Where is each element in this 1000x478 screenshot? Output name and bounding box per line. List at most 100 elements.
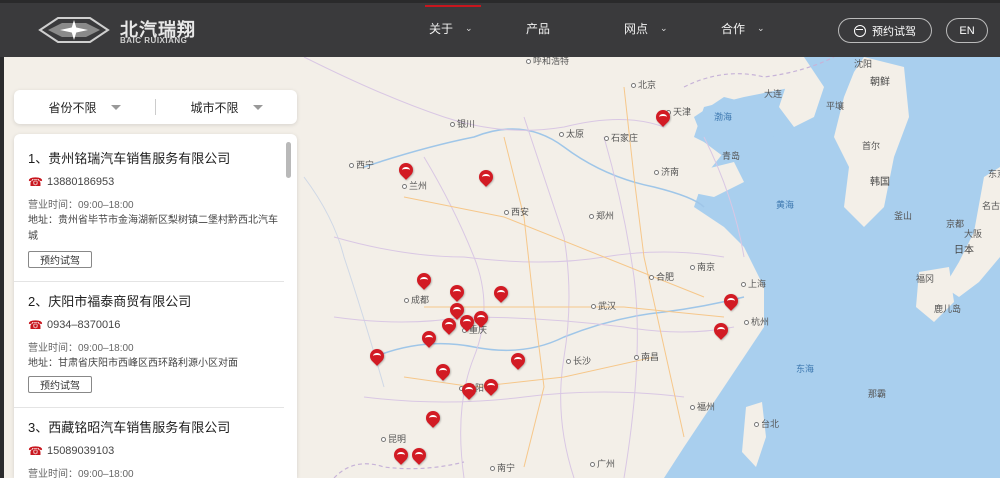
nav-item-dealers[interactable]: 网点 ⌄: [624, 0, 668, 57]
city-label: 平壤: [826, 101, 845, 111]
dealer-map-pin[interactable]: [459, 380, 479, 401]
city-label: 济南: [654, 165, 679, 178]
city-label: 釜山: [894, 211, 913, 221]
dealer-map-pin[interactable]: [711, 320, 731, 341]
city-label: 合肥: [649, 270, 674, 283]
dealer-map-pin[interactable]: [471, 308, 491, 329]
book-test-drive-label: 预约试驾: [872, 25, 916, 38]
city-label: 武汉: [591, 299, 616, 312]
province-select-value: 省份不限: [48, 100, 97, 115]
city-label: 台北: [754, 417, 779, 430]
dealer-phone[interactable]: ☎ 13880186953: [28, 175, 114, 189]
dealer-list-panel[interactable]: 1、贵州铭瑞汽车销售服务有限公司 ☎ 13880186953 营业时间：09:0…: [14, 134, 297, 478]
city-select-value: 城市不限: [190, 100, 239, 115]
city-label: 昆明: [381, 432, 406, 445]
city-label: 上海: [741, 277, 766, 290]
city-label: 广州: [590, 457, 615, 470]
sea-label: 东海: [796, 364, 815, 374]
book-test-drive-button[interactable]: 预约试驾: [838, 18, 932, 43]
nav-label: 产品: [526, 22, 551, 36]
region-filter-bar: 省份不限 城市不限: [14, 90, 297, 124]
dealer-map-pin[interactable]: [721, 291, 741, 312]
brand-emblem-icon: [38, 17, 110, 43]
nav-item-cooperation[interactable]: 合作 ⌄: [721, 0, 765, 57]
dealer-address: 地址：甘肃省庆阳市西峰区西环路利源小区对面: [28, 356, 283, 372]
city-label: 首尔: [862, 141, 881, 151]
nav-item-products[interactable]: 产品: [526, 0, 550, 57]
list-divider: [14, 407, 284, 408]
phone-icon: ☎: [28, 318, 43, 332]
dealer-map-pin[interactable]: [447, 282, 467, 303]
city-label: 福冈: [916, 274, 935, 284]
caret-down-icon: [252, 104, 263, 110]
dealer-phone-number: 13880186953: [46, 176, 115, 188]
chevron-down-icon: ⌄: [660, 23, 668, 33]
book-test-drive-button[interactable]: 预约试驾: [28, 251, 92, 268]
city-label: 呼和浩特: [526, 57, 569, 67]
city-label: 大阪: [964, 229, 983, 239]
dealer-phone-number: 0934–8370016: [46, 319, 121, 331]
language-switch-button[interactable]: EN: [946, 18, 988, 43]
city-label: 西宁: [349, 158, 374, 171]
dealer-phone-number: 15089039103: [46, 445, 115, 457]
sea-label: 黄海: [776, 200, 795, 210]
dealer-map-pin[interactable]: [414, 270, 434, 291]
country-label: 韩国: [870, 177, 890, 188]
city-label: 太原: [559, 127, 584, 140]
dealer-map-pin[interactable]: [508, 350, 528, 371]
dealer-map-pin[interactable]: [419, 328, 439, 349]
city-label: 北京: [631, 78, 656, 91]
city-label: 长沙: [566, 354, 591, 367]
dealer-map-pin[interactable]: [433, 361, 453, 382]
dealer-map-pin[interactable]: [481, 376, 501, 397]
steering-wheel-icon: [854, 24, 866, 37]
nav-label: 关于: [429, 22, 454, 36]
province-select[interactable]: 省份不限: [14, 99, 155, 116]
dealer-map-pin[interactable]: [653, 107, 673, 128]
city-label: 成都: [404, 293, 429, 306]
dealer-map-pin[interactable]: [439, 315, 459, 336]
address-text: 贵州省毕节市金海湖新区梨树镇二堡村黔西北汽车城: [28, 215, 278, 242]
caret-down-icon: [110, 104, 121, 110]
city-label: 名古屋: [982, 201, 1000, 211]
window-top-strip: [0, 0, 1000, 3]
sea-label: 渤海: [714, 112, 733, 122]
dealer-map-pin[interactable]: [391, 445, 411, 466]
city-label: 那霸: [868, 389, 887, 399]
dealer-name: 2、庆阳市福泰商贸有限公司: [28, 294, 192, 309]
dealer-name: 3、西藏铭昭汽车销售服务有限公司: [28, 420, 231, 435]
dealer-map-pin[interactable]: [423, 408, 443, 429]
city-label: 银川: [450, 117, 475, 130]
city-label: 青岛: [722, 151, 741, 161]
dealer-map-pin[interactable]: [367, 346, 387, 367]
dealer-map-pin[interactable]: [476, 167, 496, 188]
nav-item-about[interactable]: 关于 ⌄: [429, 0, 473, 57]
dealer-phone[interactable]: ☎ 15089039103: [28, 444, 114, 458]
city-label: 鹿儿岛: [934, 304, 962, 314]
phone-icon: ☎: [28, 444, 43, 458]
dealer-map-pin[interactable]: [396, 160, 416, 181]
dealer-list-scrollbar[interactable]: [286, 142, 291, 178]
nav-label: 合作: [721, 22, 746, 36]
city-label: 沈阳: [854, 59, 873, 69]
dealer-hours: 营业时间：09:00–18:00: [28, 343, 134, 354]
dealer-map-pin[interactable]: [457, 312, 477, 333]
brand-logo[interactable]: 北汽瑞翔 BAIC RUIXIANG: [38, 14, 208, 46]
dealer-hours: 营业时间：09:00–18:00: [28, 200, 134, 211]
city-label: 杭州: [744, 315, 769, 328]
address-label: 地址：: [28, 215, 58, 226]
chevron-down-icon: ⌄: [465, 23, 473, 33]
nav-label: 网点: [624, 22, 649, 36]
city-label: 西安: [504, 205, 529, 218]
dealer-map-pin[interactable]: [409, 445, 429, 466]
dealer-phone[interactable]: ☎ 0934–8370016: [28, 318, 120, 332]
city-label: 石家庄: [604, 131, 638, 144]
chevron-down-icon: ⌄: [757, 23, 765, 33]
list-divider: [14, 281, 284, 282]
city-select[interactable]: 城市不限: [156, 99, 297, 116]
city-label: 郑州: [589, 209, 614, 222]
dealer-map-pin[interactable]: [491, 283, 511, 304]
address-text: 甘肃省庆阳市西峰区西环路利源小区对面: [58, 358, 238, 369]
city-label: 南宁: [490, 461, 515, 474]
book-test-drive-button[interactable]: 预约试驾: [28, 376, 92, 393]
